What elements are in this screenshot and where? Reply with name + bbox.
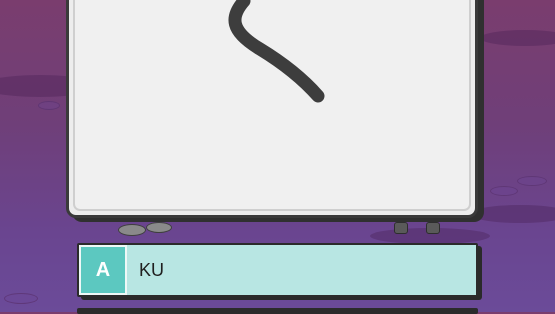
background-crater xyxy=(517,176,547,186)
option-letter: A xyxy=(95,258,111,281)
option-letter-badge: A xyxy=(79,245,127,295)
answer-option-b[interactable] xyxy=(77,308,478,314)
card-stand-leg xyxy=(394,222,408,234)
rock xyxy=(146,222,172,233)
option-answer-text: KU xyxy=(139,259,165,280)
flashcard-face xyxy=(73,0,471,211)
background-crater xyxy=(38,101,60,110)
kana-character-glyph xyxy=(228,0,325,103)
flashcard xyxy=(66,0,478,218)
background-crater xyxy=(490,186,518,196)
background-crater xyxy=(4,293,38,304)
background-shadow xyxy=(480,30,555,46)
answer-option-a[interactable]: A KU xyxy=(77,243,478,297)
card-stand-leg xyxy=(426,222,440,234)
rock xyxy=(118,224,146,236)
